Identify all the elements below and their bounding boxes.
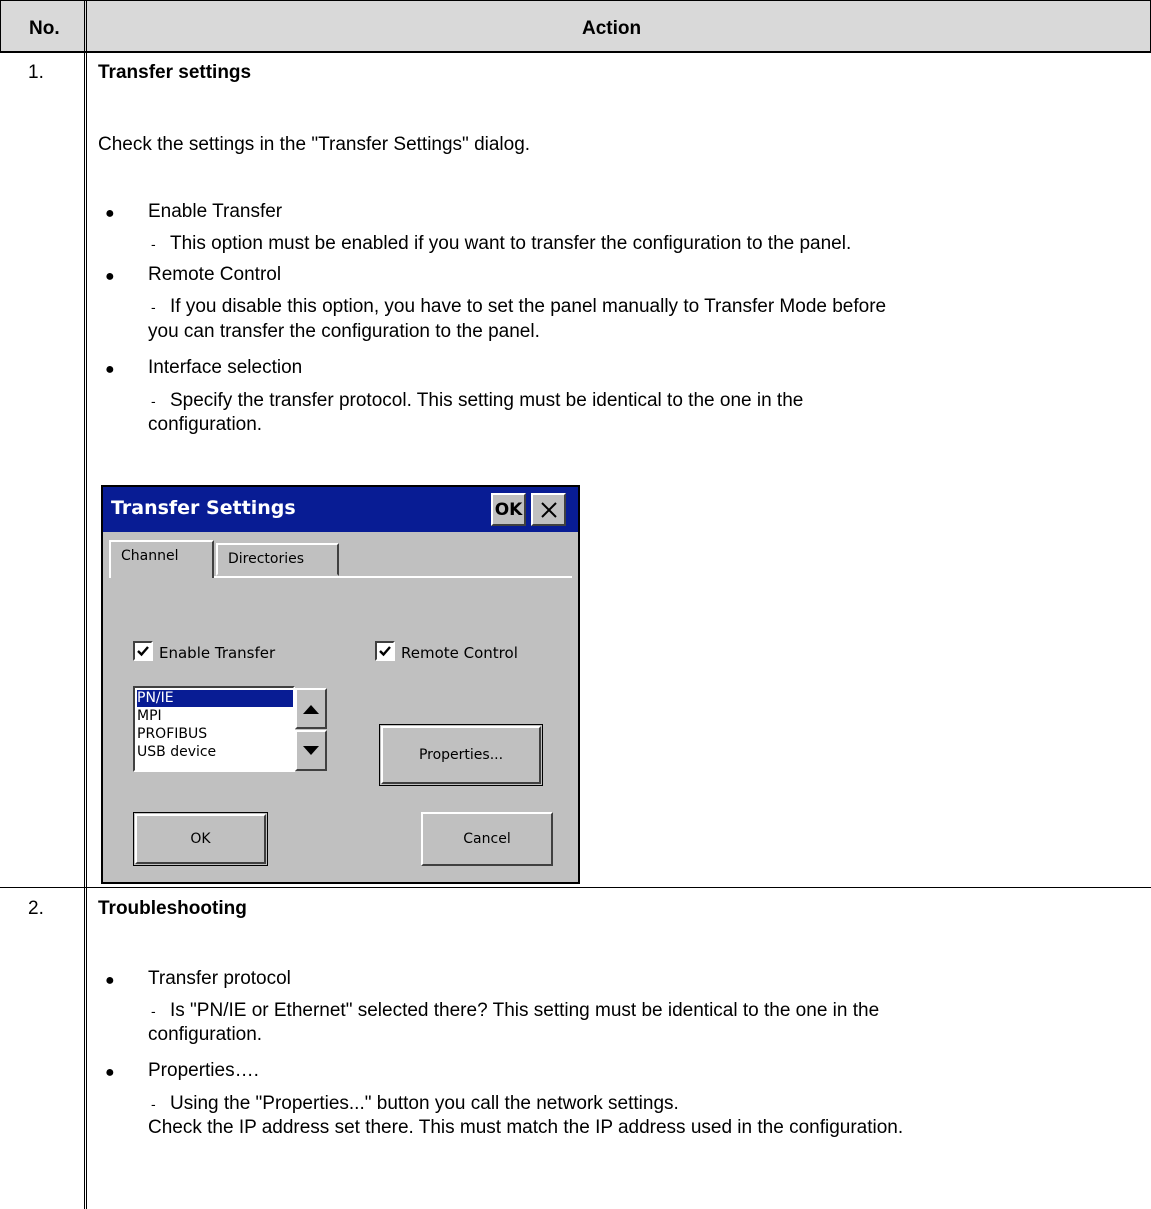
table-border-left	[0, 0, 1, 52]
step-2-title: Troubleshooting	[98, 898, 247, 919]
dash-marker: -	[151, 1096, 156, 1112]
scroll-down-button[interactable]	[295, 730, 327, 771]
tab-channel[interactable]: Channel	[109, 540, 214, 578]
properties-button[interactable]: Properties...	[381, 726, 541, 784]
tab-directories[interactable]: Directories	[216, 543, 339, 576]
enable-transfer-label: Enable Transfer	[159, 644, 276, 662]
step-1-item-1-detail: This option must be enabled if you want …	[170, 233, 852, 254]
dash-marker: -	[151, 299, 156, 315]
bullet-dot: ●	[105, 972, 115, 989]
step-1-item-2-detail-line-2: you can transfer the configuration to th…	[148, 321, 540, 342]
header-action: Action	[582, 18, 642, 39]
step-1-item-enable-transfer: Enable Transfer	[148, 201, 283, 222]
ok-button[interactable]: OK	[135, 814, 266, 864]
row-divider	[0, 887, 1151, 888]
list-item[interactable]: PROFIBUS	[137, 726, 297, 743]
dialog-title: Transfer Settings	[111, 497, 296, 519]
cancel-button[interactable]: Cancel	[421, 812, 553, 866]
dash-marker: -	[151, 1003, 156, 1019]
transfer-settings-dialog: Transfer Settings OK Channel Directories…	[101, 485, 580, 884]
bullet-dot: ●	[105, 361, 115, 378]
close-button[interactable]	[531, 493, 566, 526]
close-icon	[540, 501, 557, 518]
column-divider	[84, 0, 85, 1209]
checkmark-icon	[137, 646, 149, 657]
column-divider-double	[86, 0, 87, 1209]
dash-marker: -	[151, 393, 156, 409]
arrow-down-icon	[303, 745, 319, 755]
table-header	[0, 0, 1151, 52]
step-2-item-properties: Properties….	[148, 1060, 259, 1081]
step-1-item-remote-control: Remote Control	[148, 264, 282, 285]
header-divider	[0, 51, 1151, 53]
step-1-item-2-detail-line-1: If you disable this option, you have to …	[170, 296, 887, 317]
dialog-title-bar: Transfer Settings OK	[103, 487, 578, 532]
remote-control-checkbox[interactable]	[375, 641, 395, 661]
list-item[interactable]: MPI	[137, 708, 297, 725]
step-2-item-1-detail-line-1: Is "PN/IE or Ethernet" selected there? T…	[170, 1000, 880, 1021]
table-border-top	[0, 0, 1151, 1]
step-1-intro: Check the settings in the "Transfer Sett…	[98, 134, 531, 155]
checkmark-icon	[379, 646, 391, 657]
step-1-title: Transfer settings	[98, 62, 252, 83]
bullet-dot: ●	[105, 268, 115, 285]
dash-marker: -	[151, 236, 156, 252]
enable-transfer-checkbox[interactable]	[133, 641, 153, 661]
scroll-up-button[interactable]	[295, 688, 327, 729]
title-ok-button[interactable]: OK	[491, 493, 526, 526]
step-1-item-3-detail-line-2: configuration.	[148, 414, 263, 435]
bullet-dot: ●	[105, 205, 115, 222]
step-2-item-transfer-protocol: Transfer protocol	[148, 968, 291, 989]
bullet-dot: ●	[105, 1064, 115, 1081]
interface-listbox[interactable]: PN/IE MPI PROFIBUS USB device	[133, 686, 295, 772]
instruction-table: No. Action 1. Transfer settings Check th…	[0, 0, 1151, 1209]
remote-control-label: Remote Control	[401, 644, 518, 662]
list-item[interactable]: USB device	[137, 744, 297, 761]
step-2-item-2-detail-line-1: Using the "Properties..." button you cal…	[170, 1093, 679, 1114]
step-1-item-3-detail-line-1: Specify the transfer protocol. This sett…	[170, 390, 804, 411]
step-2-number: 2.	[28, 898, 44, 919]
step-2-item-1-detail-line-2: configuration.	[148, 1024, 263, 1045]
arrow-up-icon	[303, 704, 319, 714]
step-2-item-2-detail-line-2: Check the IP address set there. This mus…	[148, 1117, 904, 1138]
step-1-number: 1.	[28, 62, 44, 83]
header-no: No.	[29, 18, 60, 39]
step-1-item-interface-selection: Interface selection	[148, 357, 303, 378]
list-item[interactable]: PN/IE	[137, 690, 293, 707]
